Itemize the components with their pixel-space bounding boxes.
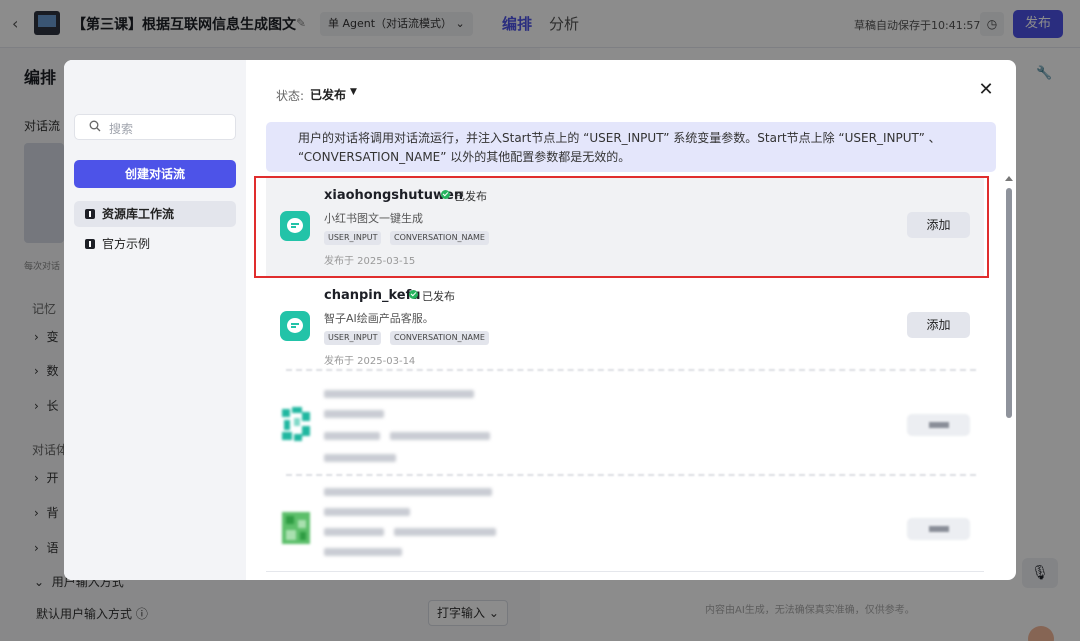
param-tag: USER_INPUT: [324, 331, 382, 345]
highlight-box: [254, 176, 989, 278]
sidebar-item-label: 资源库工作流: [102, 207, 175, 221]
blurred-icon: [282, 407, 310, 441]
search-icon: [89, 120, 101, 132]
chat-bubble-icon: [280, 311, 310, 341]
blurred-text: [324, 432, 380, 440]
blurred-text: [390, 432, 490, 440]
blurred-button: [907, 518, 970, 540]
scrollbar[interactable]: [1005, 176, 1013, 580]
blurred-workflow-card: [266, 480, 984, 580]
sidebar-item-label: 官方示例: [102, 237, 151, 251]
check-circle-icon: [409, 290, 418, 299]
caret-down-icon[interactable]: ▼: [350, 87, 357, 97]
search-input[interactable]: 搜索: [74, 114, 236, 140]
add-workflow-modal: 搜索 创建对话流 资源库工作流 官方示例 状态: 已发布 ▼ ✕ 用户的对话将调…: [64, 60, 1016, 580]
search-placeholder: 搜索: [109, 122, 134, 136]
blurred-workflow-card: [266, 376, 984, 476]
book-icon: [85, 239, 95, 249]
create-dialog-flow-button[interactable]: 创建对话流: [74, 160, 236, 188]
blurred-text: [394, 528, 496, 536]
blurred-text: [324, 454, 396, 462]
add-button[interactable]: 添加: [907, 312, 970, 338]
param-tag: CONVERSATION_NAME: [390, 331, 489, 345]
blurred-button: [907, 414, 970, 436]
publish-date: 发布于 2025-03-14: [324, 356, 416, 367]
status-badge: 已发布: [422, 290, 455, 303]
sidebar-item-official-examples[interactable]: 官方示例: [74, 231, 236, 257]
scrollbar-thumb[interactable]: [1006, 188, 1012, 418]
status-filter-label: 状态:: [276, 89, 305, 103]
workflow-description: 智子AI绘画产品客服。: [324, 312, 434, 325]
list-bottom-divider: [266, 571, 984, 572]
modal-sidebar: 搜索 创建对话流 资源库工作流 官方示例: [64, 60, 246, 580]
workflow-name: chanpin_kefu: [324, 288, 421, 303]
blurred-text: [324, 390, 474, 398]
scroll-up-icon[interactable]: [1005, 176, 1013, 181]
blurred-text: [324, 488, 492, 496]
status-filter-value[interactable]: 已发布: [310, 86, 346, 103]
info-banner: 用户的对话将调用对话流运行，并注入Start节点上的 “USER_INPUT” …: [266, 122, 996, 172]
blurred-text: [324, 528, 384, 536]
blurred-divider: [286, 369, 976, 371]
info-line: 用户的对话将调用对话流运行，并注入Start节点上的 “USER_INPUT” …: [298, 131, 941, 145]
blurred-text: [324, 410, 384, 418]
blurred-text: [324, 508, 410, 516]
sidebar-item-resource-workflows[interactable]: 资源库工作流: [74, 201, 236, 227]
blurred-text: [324, 548, 402, 556]
info-line: “CONVERSATION_NAME” 以外的其他配置参数都是无效的。: [298, 150, 631, 164]
blurred-divider: [286, 474, 976, 476]
book-icon: [85, 209, 95, 219]
close-icon[interactable]: ✕: [976, 80, 996, 100]
workflow-card[interactable]: chanpin_kefu 已发布 智子AI绘画产品客服。 USER_INPUT …: [266, 278, 984, 378]
blurred-icon: [282, 512, 310, 544]
